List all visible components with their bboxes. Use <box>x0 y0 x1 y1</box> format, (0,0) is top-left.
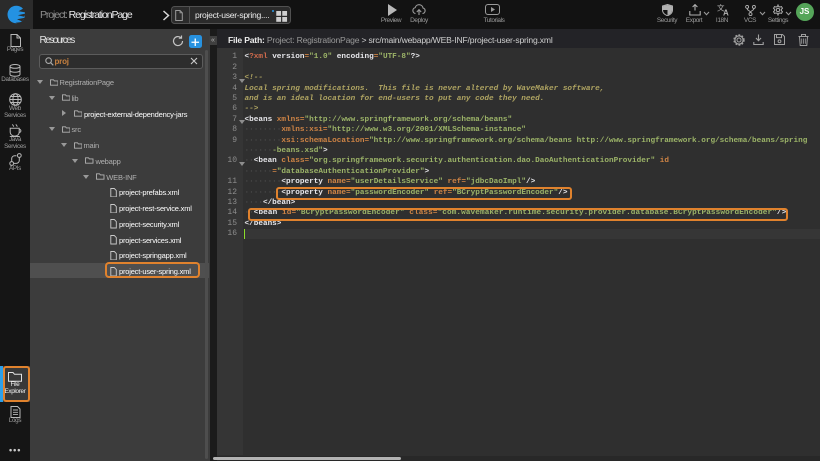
svg-text:A: A <box>723 9 729 17</box>
